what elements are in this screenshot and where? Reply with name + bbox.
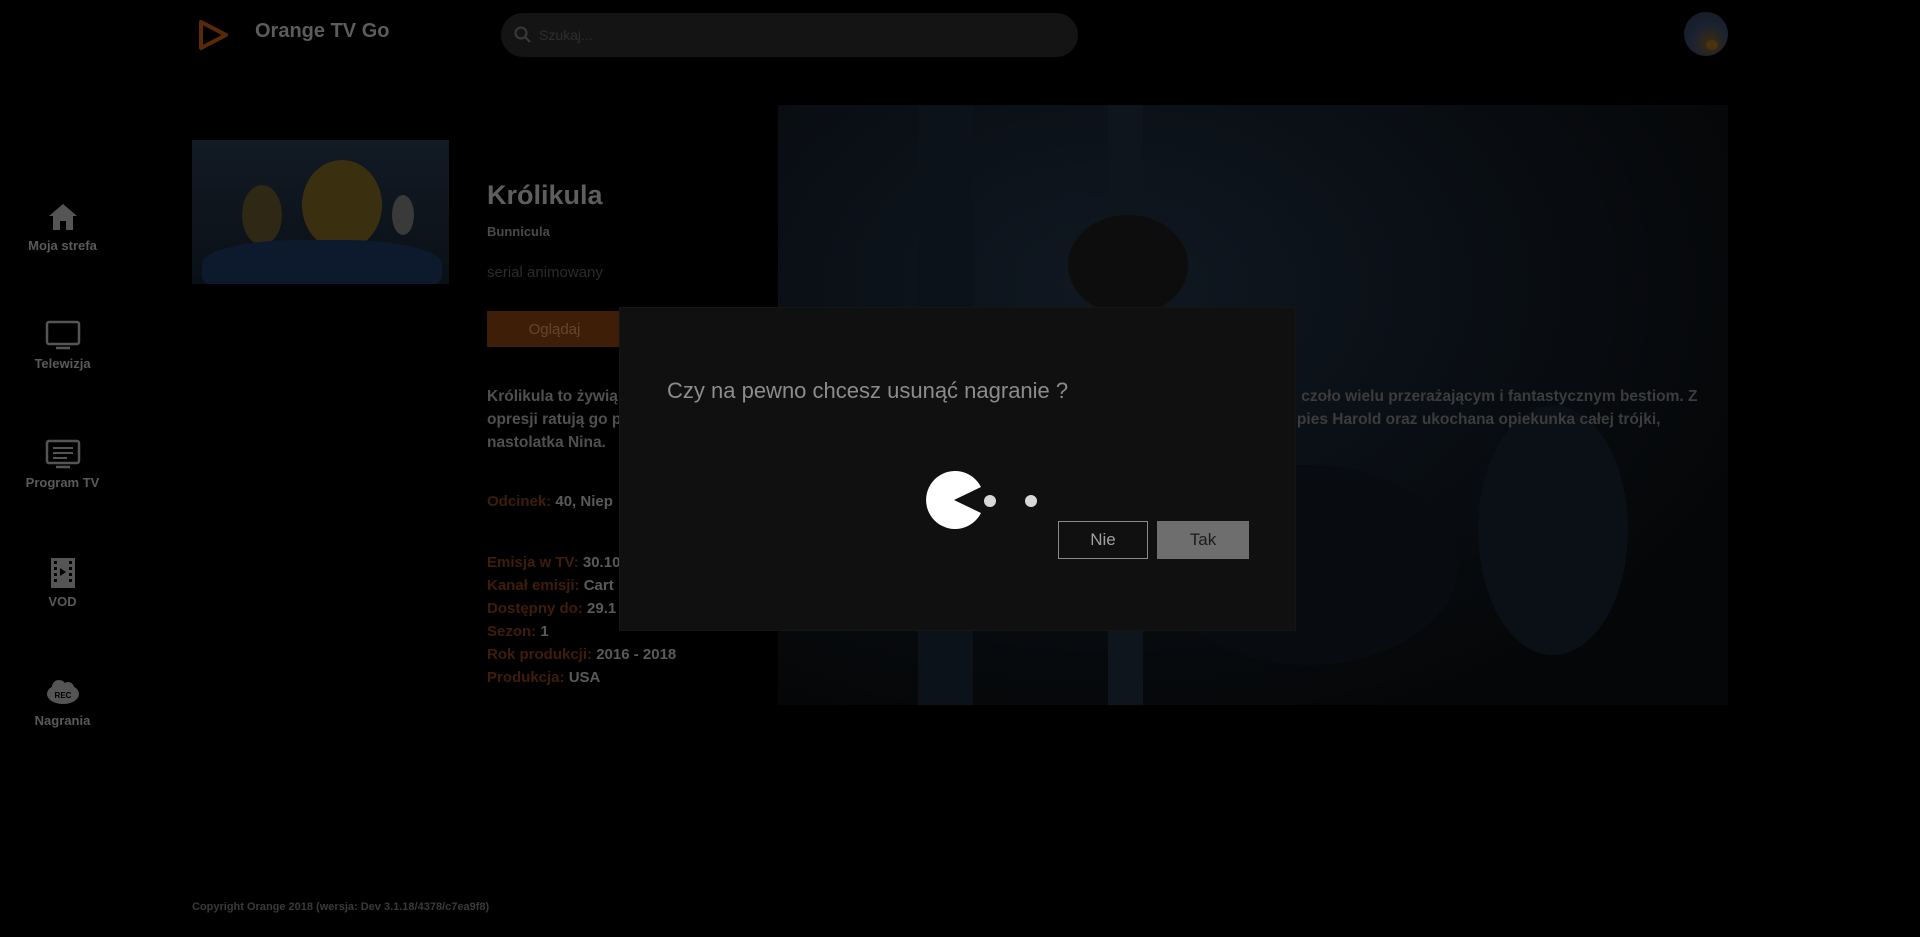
meta-value: 2016 - 2018	[596, 646, 677, 663]
meta-value: USA	[568, 669, 601, 686]
meta-value: Cart	[583, 577, 614, 594]
tv-guide-icon	[45, 439, 80, 469]
footer-copyright: Copyright Orange 2018 (wersja: Dev 3.1.1…	[192, 901, 490, 913]
show-title: Królikula	[487, 180, 603, 210]
description-line: y pies Harold oraz ukochana opiekunka ca…	[1284, 411, 1661, 428]
sidebar-item-program-tv[interactable]: Program TV	[0, 437, 125, 517]
meta-value: 40, Niep	[555, 493, 613, 510]
show-original-title: Bunnicula	[487, 224, 550, 239]
avatar-image	[1706, 40, 1718, 50]
pacman-loader-icon	[926, 471, 981, 529]
meta-key: Emisja w TV:	[487, 554, 579, 571]
sidebar-item-label: Nagrania	[34, 713, 91, 728]
meta-key: Kanał emisji:	[487, 577, 580, 594]
meta-channel: Kanał emisji: Cart	[487, 577, 614, 594]
meta-available: Dostępny do: 29.1	[487, 600, 616, 617]
sidebar-item-telewizja[interactable]: Telewizja	[0, 318, 125, 398]
description-line: ić czoło wielu przerażającym i fantastyc…	[1284, 388, 1698, 405]
meta-key: Odcinek:	[487, 493, 552, 510]
sidebar-item-label: Moja strefa	[28, 238, 97, 253]
show-genre: serial animowany	[487, 264, 603, 281]
svg-text:REC: REC	[54, 691, 71, 700]
play-triangle-icon[interactable]	[196, 18, 230, 52]
watch-button[interactable]: Oglądaj	[487, 311, 622, 347]
show-description-continued: ić czoło wielu przerażającym i fantastyc…	[1284, 385, 1734, 431]
meta-episode: Odcinek: 40, Niep	[487, 493, 613, 510]
show-thumbnail[interactable]	[192, 140, 449, 284]
hero-decor	[1068, 215, 1188, 315]
sidebar-item-moja-strefa[interactable]: Moja strefa	[0, 200, 125, 280]
meta-broadcast: Emisja w TV: 30.10	[487, 554, 620, 571]
thumbnail-decor	[242, 185, 282, 245]
thumbnail-decor	[392, 195, 414, 235]
tv-icon	[45, 320, 80, 350]
meta-key: Sezon:	[487, 623, 537, 640]
meta-key: Produkcja:	[487, 669, 565, 686]
meta-value: 29.1	[587, 600, 617, 617]
avatar[interactable]	[1684, 12, 1728, 56]
meta-production-year: Rok produkcji: 2016 - 2018	[487, 646, 676, 663]
sidebar-item-label: VOD	[48, 594, 77, 609]
sidebar-item-label: Telewizja	[34, 356, 91, 371]
meta-value: 30.10	[582, 554, 621, 571]
meta-key: Rok produkcji:	[487, 646, 593, 663]
yes-button[interactable]: Tak	[1157, 521, 1249, 559]
sidebar-item-nagrania[interactable]: REC Nagrania	[0, 675, 125, 755]
meta-value: 1	[540, 623, 549, 640]
rec-cloud-icon: REC	[46, 680, 79, 704]
meta-production-country: Produkcja: USA	[487, 669, 600, 686]
sidebar-item-vod[interactable]: VOD	[0, 556, 125, 636]
header: Orange TV Go	[0, 0, 1920, 70]
meta-key: Dostępny do:	[487, 600, 583, 617]
search-box[interactable]	[501, 13, 1078, 57]
meta-season: Sezon: 1	[487, 623, 549, 640]
app-title[interactable]: Orange TV Go	[255, 20, 389, 43]
search-input[interactable]	[537, 13, 1057, 57]
search-icon	[514, 26, 531, 43]
film-strip-icon	[50, 558, 75, 588]
sidebar-item-label: Program TV	[25, 475, 100, 490]
no-button[interactable]: Nie	[1058, 521, 1148, 559]
thumbnail-decor	[202, 240, 442, 284]
home-icon	[48, 204, 77, 230]
dialog-question: Czy na pewno chcesz usunąć nagranie ?	[667, 378, 1069, 403]
loader-dot	[1025, 495, 1037, 507]
loader-dot	[984, 495, 996, 507]
confirm-delete-dialog: Czy na pewno chcesz usunąć nagranie ? Ni…	[620, 308, 1295, 630]
thumbnail-decor	[302, 160, 382, 250]
